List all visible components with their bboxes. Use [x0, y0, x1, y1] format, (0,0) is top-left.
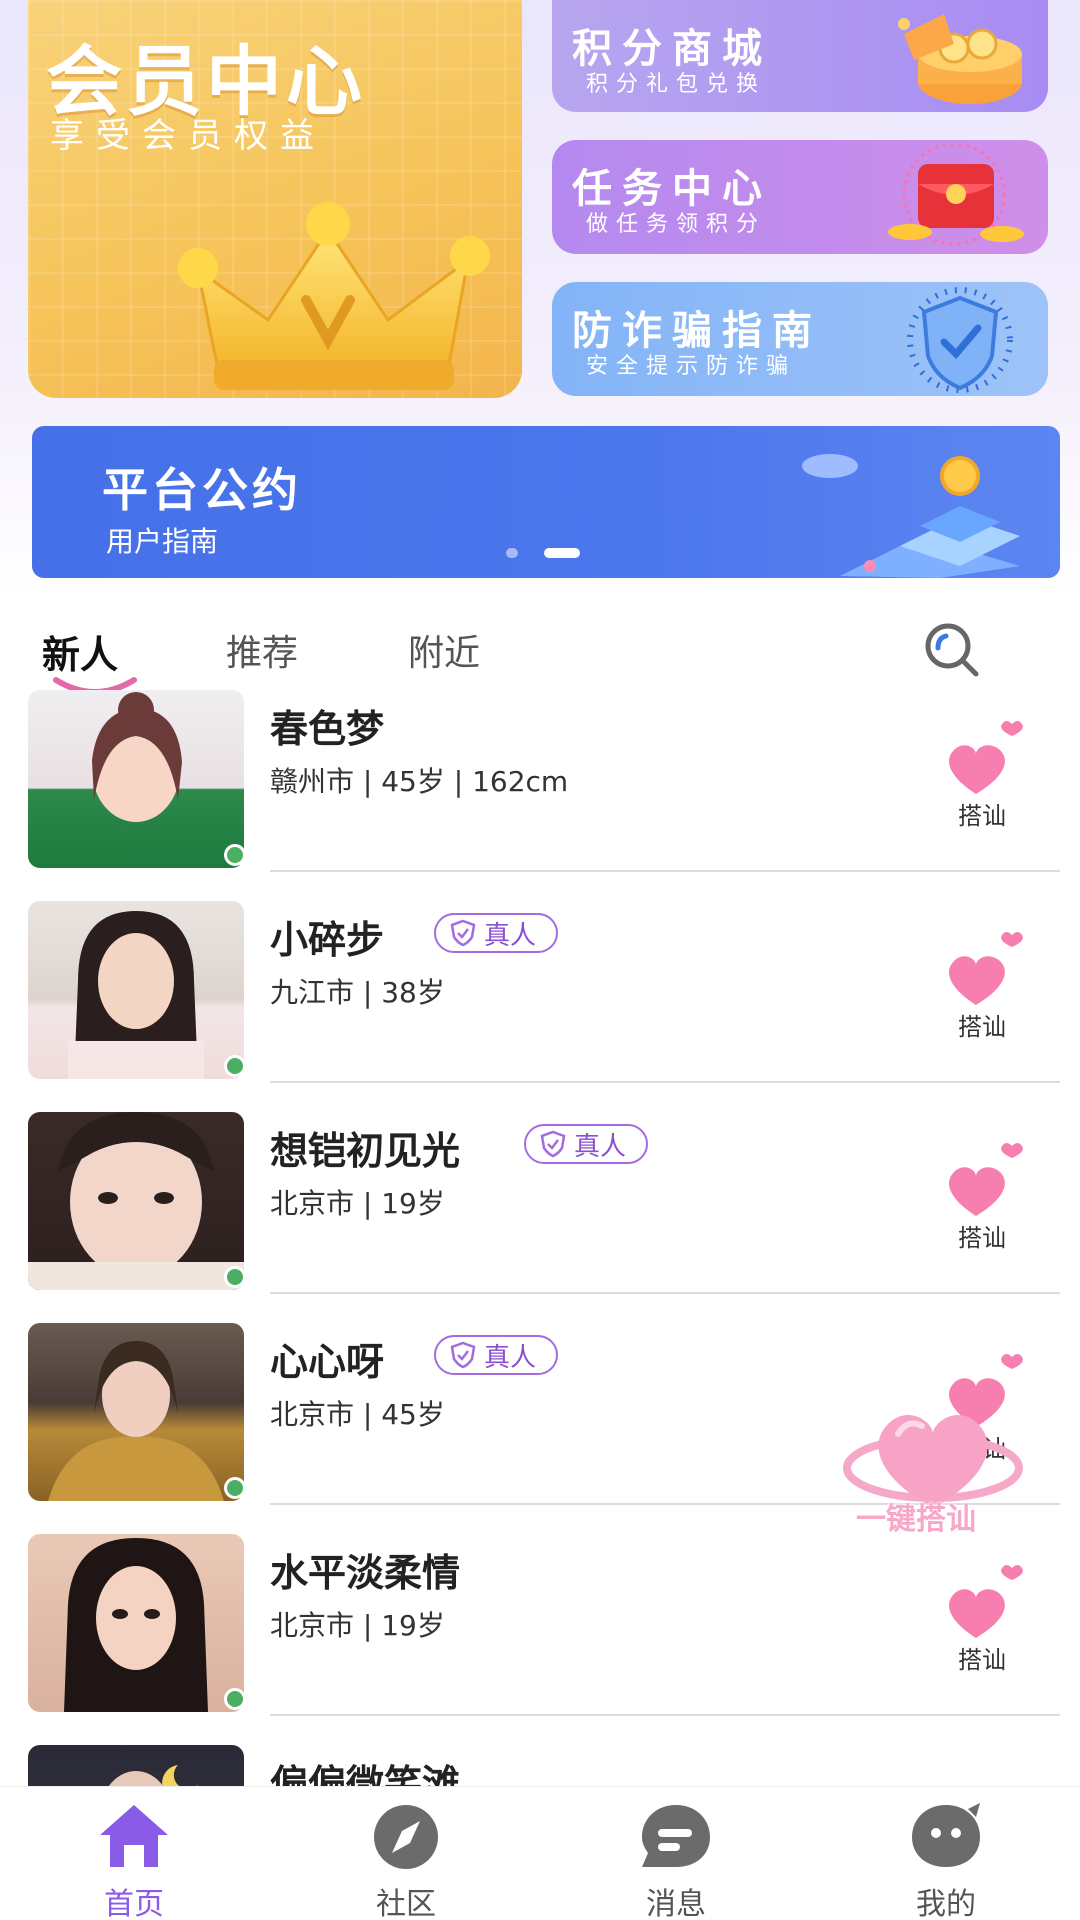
- list-item[interactable]: 水平淡柔情 北京市 | 19岁 搭讪: [0, 1534, 1080, 1745]
- tab-recommend[interactable]: 推荐: [226, 624, 298, 676]
- user-name: 春色梦: [270, 707, 385, 751]
- task-center-card[interactable]: 任务中心 做任务领积分: [552, 140, 1048, 254]
- nav-profile[interactable]: 我的: [846, 1787, 1046, 1920]
- verified-badge: 真人: [524, 1124, 649, 1164]
- accost-label: 搭讪: [958, 1013, 1006, 1041]
- profile-icon: [912, 1803, 980, 1867]
- avatar[interactable]: [28, 1323, 244, 1501]
- accost-label: 搭讪: [958, 1646, 1006, 1674]
- member-center-subtitle: 享受会员权益: [50, 116, 326, 156]
- user-name: 小碎步: [270, 918, 385, 962]
- user-name: 想铠初见光: [270, 1129, 461, 1173]
- accost-label: 搭讪: [958, 1224, 1006, 1252]
- shield-check-icon: [540, 1130, 566, 1158]
- home-icon: [100, 1805, 168, 1867]
- user-meta: 赣州市 | 45岁 | 162cm: [270, 765, 569, 798]
- user-name: 心心呀: [270, 1340, 385, 1384]
- avatar[interactable]: [28, 1112, 244, 1290]
- points-shop-card[interactable]: 积分商城 积分礼包兑换: [552, 0, 1048, 112]
- avatar[interactable]: [28, 1534, 244, 1712]
- tab-nearby[interactable]: 附近: [408, 624, 480, 676]
- user-name: 水平淡柔情: [270, 1551, 461, 1595]
- banner-indicator-active: [544, 548, 580, 558]
- verified-label: 真人: [484, 1342, 537, 1373]
- search-icon[interactable]: [920, 618, 984, 682]
- verified-label: 真人: [484, 920, 537, 951]
- user-meta: 北京市 | 19岁: [270, 1187, 445, 1220]
- shield-check-icon: [450, 919, 476, 947]
- red-envelope-icon: [888, 144, 1024, 246]
- online-indicator: [224, 844, 246, 866]
- message-icon: [642, 1805, 710, 1867]
- nav-messages-label: 消息: [646, 1887, 706, 1920]
- tab-new[interactable]: 新人: [42, 624, 118, 679]
- nav-home[interactable]: 首页: [34, 1787, 234, 1920]
- list-item[interactable]: 想铠初见光 真人 北京市 | 19岁 搭讪: [0, 1112, 1080, 1323]
- banner-subtitle: 用户指南: [106, 525, 219, 558]
- nav-home-label: 首页: [104, 1887, 164, 1920]
- verified-badge: 真人: [434, 913, 559, 953]
- online-indicator: [224, 1477, 246, 1499]
- compass-icon: [374, 1805, 438, 1869]
- divider: [270, 870, 1060, 872]
- list-item[interactable]: 春色梦 赣州市 | 45岁 | 162cm 搭讪: [0, 690, 1080, 901]
- avatar[interactable]: [28, 690, 244, 868]
- user-meta: 北京市 | 19岁: [270, 1609, 445, 1642]
- online-indicator: [224, 1266, 246, 1288]
- user-list: 春色梦 赣州市 | 45岁 | 162cm 搭讪 小碎步 真人 九江市 | 38…: [0, 690, 1080, 1920]
- avatar[interactable]: [28, 901, 244, 1079]
- verified-label: 真人: [574, 1131, 627, 1162]
- divider: [270, 1292, 1060, 1294]
- member-center-card[interactable]: 会员中心 享受会员权益: [28, 0, 522, 398]
- crown-icon: [178, 202, 490, 390]
- anti-fraud-card[interactable]: 防诈骗指南 安全提示防诈骗: [552, 282, 1048, 396]
- nav-profile-label: 我的: [916, 1887, 976, 1920]
- nav-community[interactable]: 社区: [306, 1787, 506, 1920]
- user-meta: 北京市 | 45岁: [270, 1398, 445, 1431]
- nav-messages[interactable]: 消息: [576, 1787, 776, 1920]
- nav-community-label: 社区: [376, 1887, 436, 1920]
- shield-check-icon: [450, 1341, 476, 1369]
- feed-tabs: 新人 推荐 附近: [0, 612, 1080, 695]
- list-item[interactable]: 小碎步 真人 九江市 | 38岁 搭讪: [0, 901, 1080, 1112]
- shield-icon: [907, 287, 1013, 393]
- gift-box-icon: [898, 14, 1022, 104]
- one-tap-accost-label: 一键搭讪: [856, 1502, 976, 1537]
- banner-title: 平台公约: [102, 463, 302, 517]
- online-indicator: [224, 1688, 246, 1710]
- user-meta: 九江市 | 38岁: [270, 976, 445, 1009]
- task-center-subtitle: 做任务领积分: [586, 212, 767, 237]
- accost-label: 搭讪: [958, 802, 1006, 830]
- verified-badge: 真人: [434, 1335, 559, 1375]
- online-indicator: [224, 1055, 246, 1077]
- divider: [270, 1081, 1060, 1083]
- banner-indicator-dot: [506, 548, 518, 558]
- points-shop-subtitle: 积分礼包兑换: [586, 72, 767, 97]
- platform-illustration-icon: [802, 426, 1060, 578]
- divider: [270, 1714, 1060, 1716]
- anti-fraud-subtitle: 安全提示防诈骗: [586, 354, 797, 379]
- bottom-navigation: 首页 社区 消息 我的: [0, 1786, 1080, 1920]
